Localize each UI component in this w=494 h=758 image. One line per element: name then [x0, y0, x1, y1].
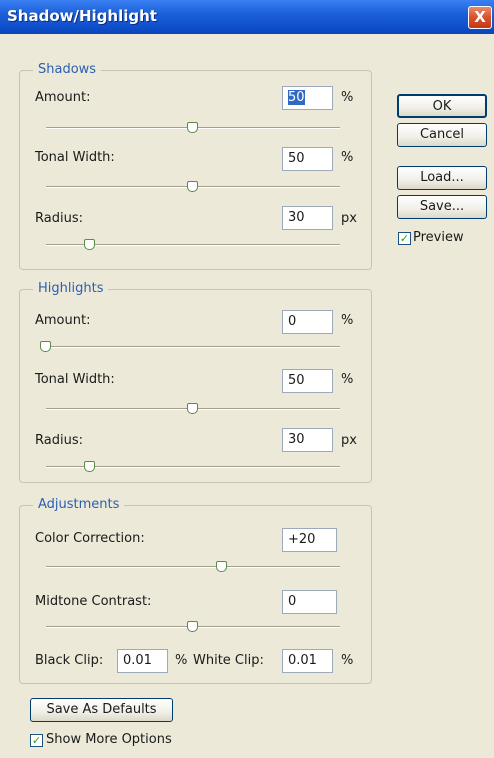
highlights-amount-unit: % — [341, 313, 354, 328]
checkmark-icon: ✓ — [31, 734, 42, 747]
shadows-tonal-width-label: Tonal Width: — [35, 150, 115, 165]
highlights-tonal-width-unit: % — [341, 372, 354, 387]
title-bar[interactable]: Shadow/Highlight X — [0, 0, 494, 34]
midtone-contrast-input[interactable]: 0 — [282, 590, 337, 614]
highlights-tonal-width-slider-thumb[interactable] — [187, 403, 198, 414]
color-correction-input[interactable]: +20 — [282, 528, 337, 552]
shadows-radius-slider-thumb[interactable] — [84, 239, 96, 250]
show-more-options-checkbox[interactable]: ✓ — [30, 734, 43, 747]
highlights-amount-track[interactable] — [46, 346, 340, 348]
checkmark-icon: ✓ — [399, 232, 410, 245]
shadows-tonal-width-unit: % — [341, 150, 354, 165]
highlights-amount-slider-thumb[interactable] — [40, 341, 51, 352]
highlights-amount-input[interactable]: 0 — [282, 310, 333, 334]
shadows-radius-label: Radius: — [35, 211, 83, 226]
shadows-tonal-width-slider-thumb[interactable] — [187, 181, 198, 192]
shadows-radius-unit: px — [341, 211, 357, 226]
midtone-contrast-slider-thumb[interactable] — [187, 621, 198, 632]
color-correction-track[interactable] — [46, 566, 340, 568]
shadows-amount-unit: % — [341, 90, 354, 105]
highlights-tonal-width-label: Tonal Width: — [35, 372, 115, 387]
black-clip-label: Black Clip: — [35, 653, 104, 668]
highlights-radius-slider-thumb[interactable] — [84, 461, 96, 472]
adjustments-legend: Adjustments — [33, 497, 125, 512]
midtone-contrast-label: Midtone Contrast: — [35, 594, 152, 609]
preview-checkbox[interactable]: ✓ — [398, 232, 411, 245]
black-clip-input[interactable]: 0.01 — [117, 649, 168, 673]
shadows-legend: Shadows — [33, 62, 102, 77]
highlights-radius-unit: px — [341, 433, 357, 448]
ok-button[interactable]: OK — [397, 94, 487, 118]
save-as-defaults-button[interactable]: Save As Defaults — [30, 698, 173, 722]
shadows-radius-input[interactable]: 30 — [282, 206, 333, 230]
black-clip-unit: % — [175, 653, 188, 668]
highlights-radius-input[interactable]: 30 — [282, 428, 333, 452]
shadows-amount-label: Amount: — [35, 90, 91, 105]
white-clip-unit: % — [341, 653, 354, 668]
show-more-options-label[interactable]: Show More Options — [46, 732, 172, 747]
save-button[interactable]: Save... — [397, 195, 487, 219]
white-clip-input[interactable]: 0.01 — [282, 649, 333, 673]
highlights-tonal-width-input[interactable]: 50 — [282, 369, 333, 393]
window-title: Shadow/Highlight — [7, 7, 157, 25]
shadows-amount-input[interactable]: 50 — [282, 86, 333, 110]
shadows-amount-slider-thumb[interactable] — [187, 122, 198, 133]
white-clip-label: White Clip: — [193, 653, 264, 668]
shadows-tonal-width-input[interactable]: 50 — [282, 147, 333, 171]
close-button[interactable]: X — [468, 6, 492, 29]
load-button[interactable]: Load... — [397, 166, 487, 190]
close-icon: X — [474, 8, 486, 26]
highlights-radius-label: Radius: — [35, 433, 83, 448]
highlights-amount-label: Amount: — [35, 313, 91, 328]
highlights-legend: Highlights — [33, 281, 109, 296]
color-correction-label: Color Correction: — [35, 531, 145, 546]
cancel-button[interactable]: Cancel — [397, 123, 487, 147]
preview-label[interactable]: Preview — [413, 230, 464, 245]
